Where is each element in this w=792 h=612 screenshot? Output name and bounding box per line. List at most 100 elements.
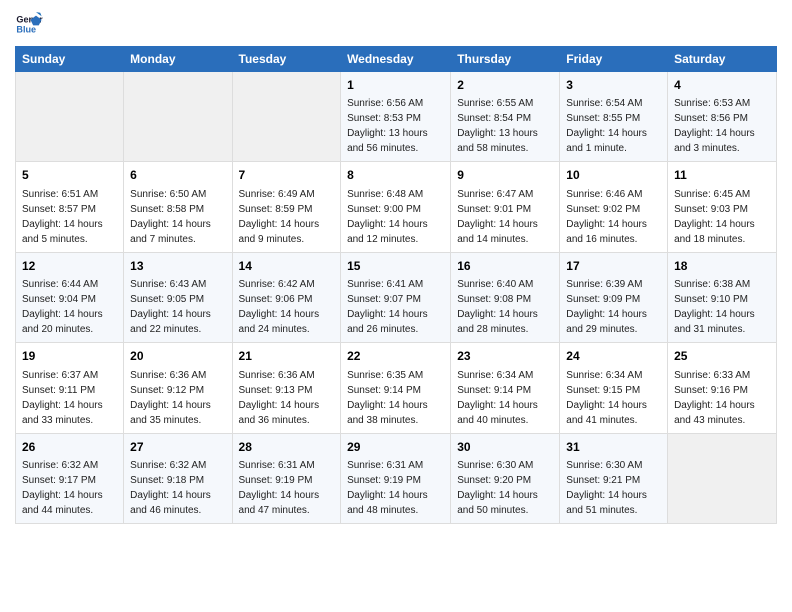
week-row-1: 1 Sunrise: 6:56 AMSunset: 8:53 PMDaylight… [16,72,777,162]
calendar-cell: 6 Sunrise: 6:50 AMSunset: 8:58 PMDaylight… [124,162,232,252]
day-number: 20 [130,348,225,365]
calendar-cell: 3 Sunrise: 6:54 AMSunset: 8:55 PMDaylight… [560,72,668,162]
day-info: Sunrise: 6:31 AMSunset: 9:19 PMDaylight:… [347,458,444,518]
calendar-cell: 19 Sunrise: 6:37 AMSunset: 9:11 PMDayligh… [16,343,124,433]
day-number: 31 [566,439,661,456]
calendar-cell: 23Sunrise: 6:34 AMSunset: 9:14 PMDayligh… [451,343,560,433]
day-number: 13 [130,258,225,275]
day-number: 2 [457,77,553,94]
calendar-cell: 17Sunrise: 6:39 AMSunset: 9:09 PMDayligh… [560,252,668,342]
day-info: Sunrise: 6:51 AMSunset: 8:57 PMDaylight:… [22,187,117,247]
calendar-cell: 24Sunrise: 6:34 AMSunset: 9:15 PMDayligh… [560,343,668,433]
day-number: 27 [130,439,225,456]
day-number: 22 [347,348,444,365]
day-info: Sunrise: 6:39 AMSunset: 9:09 PMDaylight:… [566,277,661,337]
day-info: Sunrise: 6:46 AMSunset: 9:02 PMDaylight:… [566,187,661,247]
day-info: Sunrise: 6:31 AMSunset: 9:19 PMDaylight:… [239,458,335,518]
calendar-cell: 27Sunrise: 6:32 AMSunset: 9:18 PMDayligh… [124,433,232,523]
day-info: Sunrise: 6:48 AMSunset: 9:00 PMDaylight:… [347,187,444,247]
calendar-cell: 20 Sunrise: 6:36 AMSunset: 9:12 PMDayligh… [124,343,232,433]
calendar-cell [124,72,232,162]
calendar-cell: 12 Sunrise: 6:44 AMSunset: 9:04 PMDayligh… [16,252,124,342]
day-number: 6 [130,167,225,184]
day-info: Sunrise: 6:33 AMSunset: 9:16 PMDaylight:… [674,368,770,428]
day-number: 10 [566,167,661,184]
day-info: Sunrise: 6:41 AMSunset: 9:07 PMDaylight:… [347,277,444,337]
calendar-cell: 29Sunrise: 6:31 AMSunset: 9:19 PMDayligh… [341,433,451,523]
day-number: 14 [239,258,335,275]
day-info: Sunrise: 6:37 AMSunset: 9:11 PMDaylight:… [22,368,117,428]
col-header-friday: Friday [560,47,668,72]
calendar-cell: 7Sunrise: 6:49 AMSunset: 8:59 PMDaylight… [232,162,341,252]
col-header-tuesday: Tuesday [232,47,341,72]
day-info: Sunrise: 6:50 AMSunset: 8:58 PMDaylight:… [130,187,225,247]
day-number: 4 [674,77,770,94]
week-row-3: 12 Sunrise: 6:44 AMSunset: 9:04 PMDayligh… [16,252,777,342]
day-number: 8 [347,167,444,184]
svg-text:Blue: Blue [16,24,36,34]
calendar-cell [668,433,777,523]
day-info: Sunrise: 6:43 AMSunset: 9:05 PMDaylight:… [130,277,225,337]
col-header-monday: Monday [124,47,232,72]
day-number: 21 [239,348,335,365]
day-number: 16 [457,258,553,275]
day-number: 25 [674,348,770,365]
calendar-cell: 10 Sunrise: 6:46 AMSunset: 9:02 PMDayligh… [560,162,668,252]
day-number: 9 [457,167,553,184]
day-number: 3 [566,77,661,94]
day-number: 11 [674,167,770,184]
col-header-wednesday: Wednesday [341,47,451,72]
day-info: Sunrise: 6:36 AMSunset: 9:13 PMDaylight:… [239,368,335,428]
week-row-4: 19 Sunrise: 6:37 AMSunset: 9:11 PMDayligh… [16,343,777,433]
day-info: Sunrise: 6:35 AMSunset: 9:14 PMDaylight:… [347,368,444,428]
day-info: Sunrise: 6:34 AMSunset: 9:15 PMDaylight:… [566,368,661,428]
calendar-cell: 26 Sunrise: 6:32 AMSunset: 9:17 PMDayligh… [16,433,124,523]
day-info: Sunrise: 6:55 AMSunset: 8:54 PMDaylight:… [457,96,553,156]
week-row-5: 26 Sunrise: 6:32 AMSunset: 9:17 PMDayligh… [16,433,777,523]
calendar-cell: 31Sunrise: 6:30 AMSunset: 9:21 PMDayligh… [560,433,668,523]
calendar-header: SundayMondayTuesdayWednesdayThursdayFrid… [16,47,777,72]
calendar-cell: 13 Sunrise: 6:43 AMSunset: 9:05 PMDayligh… [124,252,232,342]
day-info: Sunrise: 6:56 AMSunset: 8:53 PMDaylight:… [347,96,444,156]
day-info: Sunrise: 6:30 AMSunset: 9:20 PMDaylight:… [457,458,553,518]
calendar-cell: 15 Sunrise: 6:41 AMSunset: 9:07 PMDayligh… [341,252,451,342]
day-number: 5 [22,167,117,184]
day-number: 12 [22,258,117,275]
day-info: Sunrise: 6:42 AMSunset: 9:06 PMDaylight:… [239,277,335,337]
col-header-thursday: Thursday [451,47,560,72]
day-number: 28 [239,439,335,456]
day-info: Sunrise: 6:36 AMSunset: 9:12 PMDaylight:… [130,368,225,428]
calendar-cell: 4 Sunrise: 6:53 AMSunset: 8:56 PMDaylight… [668,72,777,162]
calendar-cell: 9Sunrise: 6:47 AMSunset: 9:01 PMDaylight… [451,162,560,252]
day-number: 15 [347,258,444,275]
calendar-cell: 14 Sunrise: 6:42 AMSunset: 9:06 PMDayligh… [232,252,341,342]
day-info: Sunrise: 6:45 AMSunset: 9:03 PMDaylight:… [674,187,770,247]
day-info: Sunrise: 6:44 AMSunset: 9:04 PMDaylight:… [22,277,117,337]
week-row-2: 5 Sunrise: 6:51 AMSunset: 8:57 PMDaylight… [16,162,777,252]
calendar-cell: 30Sunrise: 6:30 AMSunset: 9:20 PMDayligh… [451,433,560,523]
day-number: 26 [22,439,117,456]
day-info: Sunrise: 6:34 AMSunset: 9:14 PMDaylight:… [457,368,553,428]
day-info: Sunrise: 6:40 AMSunset: 9:08 PMDaylight:… [457,277,553,337]
day-number: 19 [22,348,117,365]
calendar-table: SundayMondayTuesdayWednesdayThursdayFrid… [15,46,777,524]
calendar-cell [16,72,124,162]
page-header: General Blue [15,10,777,38]
calendar-body: 1 Sunrise: 6:56 AMSunset: 8:53 PMDaylight… [16,72,777,524]
calendar-cell: 16 Sunrise: 6:40 AMSunset: 9:08 PMDayligh… [451,252,560,342]
day-info: Sunrise: 6:38 AMSunset: 9:10 PMDaylight:… [674,277,770,337]
calendar-cell [232,72,341,162]
header-row: SundayMondayTuesdayWednesdayThursdayFrid… [16,47,777,72]
logo-icon: General Blue [15,10,43,38]
day-number: 1 [347,77,444,94]
day-info: Sunrise: 6:32 AMSunset: 9:17 PMDaylight:… [22,458,117,518]
logo: General Blue [15,10,47,38]
day-info: Sunrise: 6:53 AMSunset: 8:56 PMDaylight:… [674,96,770,156]
calendar-cell: 11 Sunrise: 6:45 AMSunset: 9:03 PMDayligh… [668,162,777,252]
calendar-cell: 28 Sunrise: 6:31 AMSunset: 9:19 PMDayligh… [232,433,341,523]
day-info: Sunrise: 6:54 AMSunset: 8:55 PMDaylight:… [566,96,661,156]
day-info: Sunrise: 6:49 AMSunset: 8:59 PMDaylight:… [239,187,335,247]
calendar-cell: 18Sunrise: 6:38 AMSunset: 9:10 PMDayligh… [668,252,777,342]
calendar-cell: 1 Sunrise: 6:56 AMSunset: 8:53 PMDaylight… [341,72,451,162]
col-header-saturday: Saturday [668,47,777,72]
